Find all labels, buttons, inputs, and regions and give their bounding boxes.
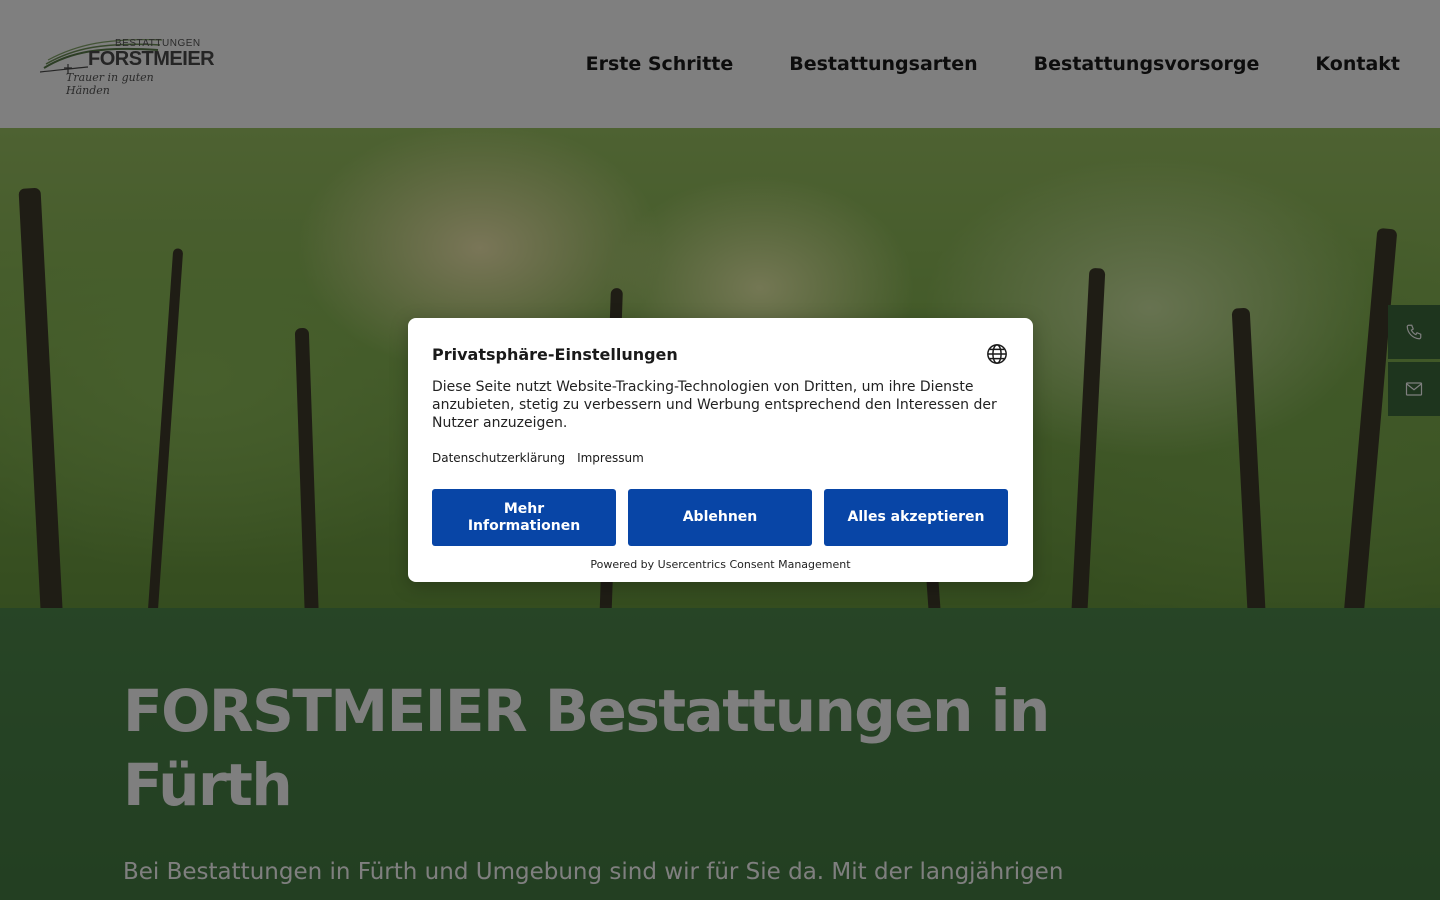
consent-buttons: Mehr Informationen Ablehnen Alles akzept… [432, 489, 1008, 546]
consent-text: Diese Seite nutzt Website-Tracking-Techn… [432, 379, 997, 431]
imprint-link[interactable]: Impressum [577, 451, 644, 465]
globe-icon[interactable] [986, 343, 1008, 365]
consent-links: Datenschutzerklärung Impressum [432, 451, 644, 465]
deny-button[interactable]: Ablehnen [628, 489, 812, 546]
consent-title: Privatsphäre-Einstellungen [432, 345, 678, 364]
more-info-button[interactable]: Mehr Informationen [432, 489, 616, 546]
consent-dialog: Privatsphäre-Einstellungen Diese Seite n… [408, 318, 1033, 582]
privacy-policy-link[interactable]: Datenschutzerklärung [432, 451, 565, 465]
powered-by-text: Powered by Usercentrics Consent Manageme… [590, 558, 851, 571]
accept-all-button[interactable]: Alles akzeptieren [824, 489, 1008, 546]
